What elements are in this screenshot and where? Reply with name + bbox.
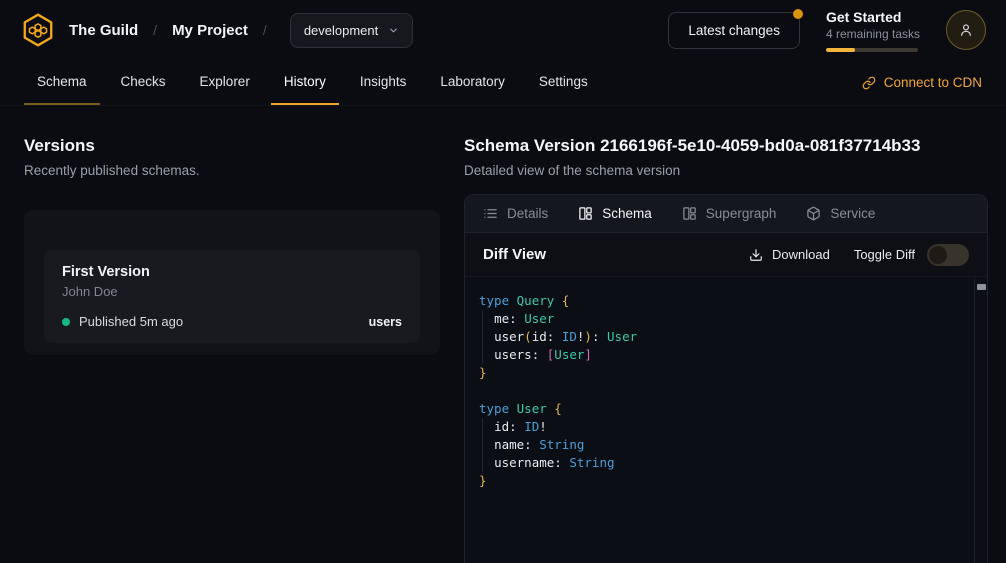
tab-explorer[interactable]: Explorer — [187, 60, 263, 105]
download-icon — [749, 248, 763, 262]
cube-icon — [806, 206, 821, 221]
user-icon — [958, 22, 974, 38]
version-status: Published 5m ago — [79, 314, 183, 329]
version-detail-title: Schema Version 2166196f-5e10-4059-bd0a-0… — [464, 136, 988, 156]
breadcrumb: The Guild / My Project / development — [20, 12, 413, 48]
tab-history[interactable]: History — [271, 60, 339, 105]
get-started-subtitle: 4 remaining tasks — [826, 27, 920, 41]
columns-icon — [578, 206, 593, 221]
version-author: John Doe — [62, 284, 402, 299]
breadcrumb-separator: / — [261, 22, 269, 38]
published-status-dot — [62, 318, 70, 326]
header-actions: Latest changes Get Started 4 remaining t… — [668, 9, 986, 52]
code-line: users: [User] — [479, 346, 961, 364]
tab-laboratory[interactable]: Laboratory — [427, 60, 518, 105]
versions-title: Versions — [24, 136, 440, 156]
versions-subtitle: Recently published schemas. — [24, 163, 440, 178]
link-icon — [862, 76, 876, 90]
code-block: type Query { me: User user(id: ID!): Use… — [479, 292, 961, 490]
detail-tab-service[interactable]: Service — [806, 206, 875, 221]
versions-list-card: First Version John Doe Published 5m ago … — [24, 210, 440, 355]
tab-checks[interactable]: Checks — [108, 60, 179, 105]
toggle-diff-label: Toggle Diff — [854, 247, 915, 262]
version-meta-row: Published 5m ago users — [62, 314, 402, 329]
get-started-widget[interactable]: Get Started 4 remaining tasks — [826, 9, 920, 52]
code-line: user(id: ID!): User — [479, 328, 961, 346]
code-line: } — [479, 364, 961, 382]
tab-insights[interactable]: Insights — [347, 60, 420, 105]
chevron-down-icon — [388, 25, 399, 36]
progress-fill — [826, 48, 855, 52]
code-line: id: ID! — [479, 418, 961, 436]
code-line: type Query { — [479, 292, 961, 310]
org-name[interactable]: The Guild — [69, 22, 138, 39]
detail-tab-supergraph[interactable]: Supergraph — [682, 206, 777, 221]
detail-tab-schema[interactable]: Schema — [578, 206, 652, 221]
version-detail-card: Details Schema Supergraph — [464, 194, 988, 563]
code-line: me: User — [479, 310, 961, 328]
diff-view-title: Diff View — [483, 246, 546, 263]
code-line: username: String — [479, 454, 961, 472]
scrollbar-thumb[interactable] — [977, 284, 986, 290]
main-nav: Schema Checks Explorer History Insights … — [0, 60, 1006, 106]
version-name: First Version — [62, 264, 402, 280]
connect-to-cdn-link[interactable]: Connect to CDN — [862, 60, 982, 105]
app-window: The Guild / My Project / development Lat… — [0, 0, 1006, 563]
code-line: type User { — [479, 400, 961, 418]
detail-tab-strip: Details Schema Supergraph — [465, 195, 987, 233]
target-selector[interactable]: development — [290, 13, 413, 48]
code-line — [479, 382, 961, 400]
diff-actions: Download Toggle Diff — [749, 244, 969, 266]
service-badge: users — [369, 315, 402, 329]
tab-settings[interactable]: Settings — [526, 60, 601, 105]
user-avatar[interactable] — [946, 10, 986, 50]
project-name[interactable]: My Project — [172, 22, 248, 39]
switch-knob — [929, 246, 947, 264]
versions-panel: Versions Recently published schemas. Fir… — [0, 106, 464, 563]
version-list-item[interactable]: First Version John Doe Published 5m ago … — [44, 250, 420, 343]
download-button[interactable]: Download — [749, 247, 830, 262]
get-started-title: Get Started — [826, 9, 920, 25]
target-selector-value: development — [304, 23, 378, 38]
tab-schema[interactable]: Schema — [24, 60, 100, 105]
version-detail-subtitle: Detailed view of the schema version — [464, 163, 988, 178]
diff-view-header: Diff View Download Toggle Diff — [465, 233, 987, 277]
latest-changes-button[interactable]: Latest changes — [668, 12, 800, 49]
toggle-diff-switch[interactable] — [927, 244, 969, 266]
version-detail-panel: Schema Version 2166196f-5e10-4059-bd0a-0… — [464, 106, 1006, 563]
columns-icon — [682, 206, 697, 221]
breadcrumb-separator: / — [151, 22, 159, 38]
code-line: } — [479, 472, 961, 490]
main-content: Versions Recently published schemas. Fir… — [0, 106, 1006, 563]
code-line: name: String — [479, 436, 961, 454]
header: The Guild / My Project / development Lat… — [0, 0, 1006, 60]
detail-tab-details[interactable]: Details — [483, 206, 548, 221]
guild-logo-icon[interactable] — [20, 12, 56, 48]
list-icon — [483, 206, 498, 221]
get-started-progress-bar — [826, 48, 918, 52]
schema-code-viewer[interactable]: type Query { me: User user(id: ID!): Use… — [465, 277, 987, 563]
notification-dot — [793, 9, 803, 19]
code-scrollbar[interactable] — [974, 277, 987, 563]
